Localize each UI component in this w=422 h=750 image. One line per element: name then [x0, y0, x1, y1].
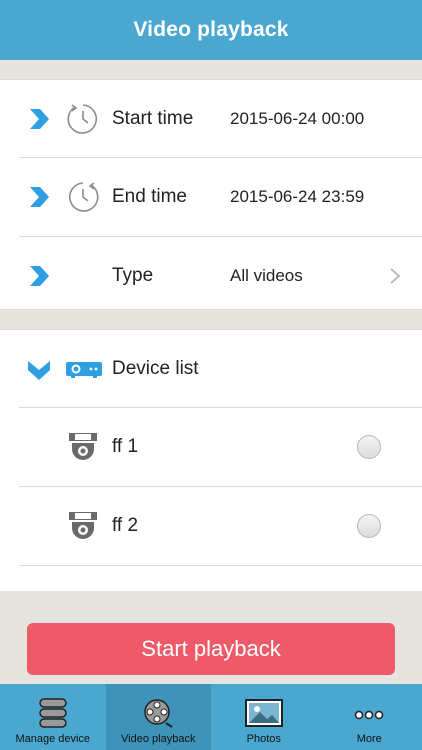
clock-icon [67, 104, 98, 134]
start-time-value: 2015-06-24 00:00 [230, 109, 365, 128]
tab-label: More [356, 733, 382, 745]
disclosure-arrow-icon [390, 268, 401, 284]
device-list-section: Device list ff 1 ff 2 [0, 329, 422, 591]
device-list-title: Device list [112, 358, 199, 379]
chevron-down-icon [28, 361, 50, 380]
tab-video-playback[interactable]: Video playback [105, 684, 211, 750]
device-row[interactable]: ff 1 [0, 408, 422, 486]
clock-icon [68, 182, 99, 212]
device-select-radio[interactable] [357, 435, 381, 459]
device-name: ff 2 [112, 515, 139, 536]
type-value: All videos [230, 266, 303, 285]
end-time-value: 2015-06-24 23:59 [230, 187, 365, 206]
tab-label: Video playback [121, 733, 196, 745]
device-list-header[interactable]: Device list [0, 330, 422, 408]
action-bar: Start playback [0, 591, 422, 684]
device-name: ff 1 [112, 436, 139, 457]
tab-label: Photos [246, 733, 281, 745]
tab-photos[interactable]: Photos [211, 684, 317, 750]
picture-icon [244, 699, 283, 727]
tab-manage-device[interactable]: Manage device [0, 684, 106, 750]
more-dots-icon [355, 710, 384, 720]
start-playback-button[interactable]: Start playback [27, 623, 395, 675]
tab-bar: Manage device Video playback Photos More [0, 684, 422, 750]
chevron-right-icon [30, 109, 49, 129]
end-time-label: End time [112, 186, 187, 207]
type-row[interactable]: Type All videos [0, 237, 422, 315]
dome-camera-icon [69, 512, 97, 539]
device-row[interactable]: ff 2 [0, 487, 422, 565]
type-label: Type [112, 265, 154, 286]
device-row-partial [0, 566, 422, 591]
chevron-right-icon [30, 266, 49, 286]
tab-more[interactable]: More [317, 684, 422, 750]
nav-header: Video playback [0, 0, 422, 60]
start-time-label: Start time [112, 108, 194, 129]
time-filter-section: Start time 2015-06-24 00:00 End time 201… [0, 79, 422, 310]
start-time-row[interactable]: Start time 2015-06-24 00:00 [0, 80, 422, 158]
film-reel-icon [144, 699, 173, 728]
end-time-row[interactable]: End time 2015-06-24 23:59 [0, 158, 422, 236]
dome-camera-icon [69, 433, 97, 460]
tab-label: Manage device [15, 733, 91, 745]
projector-icon [66, 362, 102, 378]
database-icon [39, 698, 67, 728]
device-select-radio[interactable] [357, 514, 381, 538]
chevron-right-icon [30, 187, 49, 207]
page-title: Video playback [133, 18, 289, 41]
